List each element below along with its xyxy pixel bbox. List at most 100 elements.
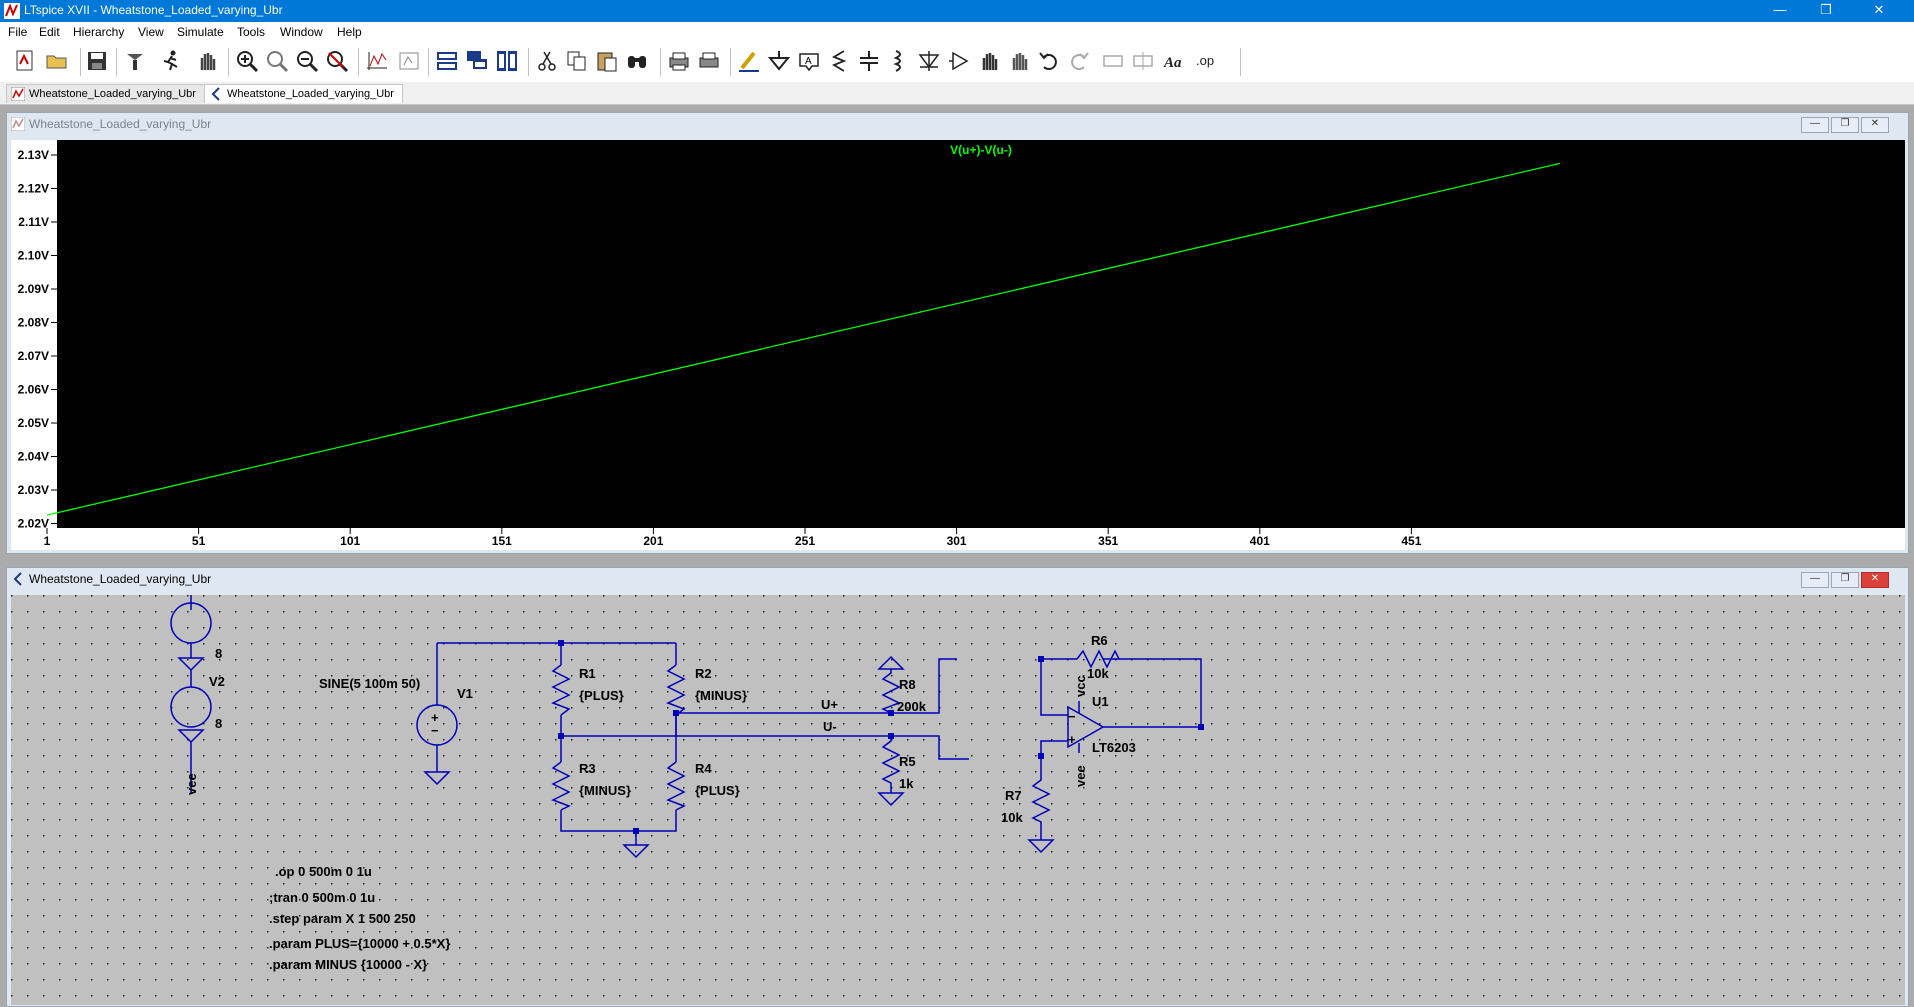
menu-help[interactable]: Help [337,25,362,39]
r4-value[interactable]: {PLUS} [695,783,740,798]
x-tick-label[interactable]: 51 [192,534,206,548]
spice-directive-param-minus[interactable]: .param MINUS {10000 - X} [269,957,427,972]
find-icon[interactable] [624,48,650,74]
x-tick-label[interactable]: 101 [340,534,360,548]
restore-button[interactable]: ❐ [1831,117,1859,133]
vcc-label[interactable]: vcc [1073,675,1088,697]
zoom-cancel-icon[interactable] [324,48,350,74]
r7-value[interactable]: 10k [1001,810,1023,825]
cut-icon[interactable] [534,48,560,74]
minimize-button[interactable]: — [1801,572,1829,588]
spice-directive-param-plus[interactable]: .param PLUS={10000 + 0.5*X} [269,936,450,951]
waveform-plot[interactable]: V(u+)-V(u-) 2.02V 2.03V 2.04V 2.05V 2.06V 2.0… [11,140,1905,550]
inductor-icon[interactable] [886,48,912,74]
draw-wire-icon[interactable] [736,48,762,74]
restore-button[interactable]: ❐ [1831,572,1859,588]
menu-view[interactable]: View [138,25,164,39]
y-tick-label[interactable]: 2.07V [18,349,49,363]
capacitor-icon[interactable] [856,48,882,74]
x-tick-label[interactable]: 201 [643,534,663,548]
r5-value[interactable]: 1k [899,776,914,791]
y-tick-label[interactable]: 2.12V [18,182,49,196]
r4-name[interactable]: R4 [695,761,712,776]
y-tick-label[interactable]: 2.03V [18,483,49,497]
x-tick-label[interactable]: 151 [492,534,512,548]
schematic-canvas[interactable]: 8 V2 8 vee SINE(5 100m 50) V1 + − R1 {PL… [11,595,1905,1005]
y-tick-label[interactable]: 2.13V [18,148,49,162]
move-icon[interactable] [976,48,1002,74]
tile-horizontal-icon[interactable] [434,48,460,74]
zoom-out-icon[interactable] [294,48,320,74]
plot-background[interactable] [57,140,1905,528]
v1-value[interactable]: SINE(5 100m 50) [319,676,420,691]
autorange-icon[interactable] [364,48,390,74]
v1-name[interactable]: V1 [457,686,473,701]
r5-name[interactable]: R5 [899,754,916,769]
zoom-pan-icon[interactable] [264,48,290,74]
x-tick-label[interactable]: 451 [1401,534,1421,548]
uplus-net-label[interactable]: U+ [821,697,838,712]
cascade-icon[interactable] [464,48,490,74]
menu-tools[interactable]: Tools [237,25,265,39]
y-tick-label[interactable]: 2.11V [18,215,49,229]
run-icon[interactable] [158,48,184,74]
y-tick-label[interactable]: 2.10V [18,249,49,263]
ground-icon[interactable] [766,48,792,74]
spice-directive-icon[interactable]: .op [1194,48,1220,74]
halt-icon[interactable] [194,48,220,74]
x-tick-label[interactable]: 251 [795,534,815,548]
y-tick-label[interactable]: 2.06V [18,383,49,397]
trace-label[interactable]: V(u+)-V(u-) [950,143,1012,157]
print-setup-icon[interactable] [696,48,722,74]
v2-bottom-value[interactable]: 8 [215,716,222,731]
tile-vertical-icon[interactable] [494,48,520,74]
u1-name[interactable]: U1 [1092,694,1109,709]
menu-edit[interactable]: Edit [39,25,60,39]
minimize-button[interactable]: — [1801,117,1829,133]
r7-name[interactable]: R7 [1005,788,1022,803]
menu-hierarchy[interactable]: Hierarchy [73,25,124,39]
uminus-net-label[interactable]: U- [823,719,837,734]
menu-simulate[interactable]: Simulate [177,25,224,39]
component-icon[interactable] [946,48,972,74]
tab-waveform[interactable]: Wheatstone_Loaded_varying_Ubr [6,84,205,103]
v2-name[interactable]: V2 [209,674,225,689]
open-icon[interactable] [44,48,70,74]
restore-button[interactable]: ❐ [1803,0,1849,22]
undo-icon[interactable] [1036,48,1062,74]
r2-value[interactable]: {MINUS} [695,688,747,703]
r3-name[interactable]: R3 [579,761,596,776]
print-icon[interactable] [666,48,692,74]
r1-name[interactable]: R1 [579,666,596,681]
minimize-button[interactable]: — [1757,0,1803,22]
save-icon[interactable] [84,48,110,74]
spice-directive-op[interactable]: .op 0 500m 0 1u [275,864,372,879]
r6-name[interactable]: R6 [1091,633,1108,648]
control-panel-icon[interactable] [122,48,148,74]
resistor-icon[interactable] [826,48,852,74]
new-schematic-icon[interactable] [12,48,38,74]
r8-name[interactable]: R8 [899,677,916,692]
redo-icon[interactable] [1066,48,1092,74]
close-button[interactable]: ✕ [1861,117,1889,133]
v2-top-value[interactable]: 8 [215,646,222,661]
vee-opamp-label[interactable]: vee [1073,765,1088,787]
u1-value[interactable]: LT6203 [1092,740,1136,755]
y-tick-label[interactable]: 2.04V [18,450,49,464]
label-net-icon[interactable]: A [796,48,822,74]
y-tick-label[interactable]: 2.05V [18,416,49,430]
y-tick-label[interactable]: 2.08V [18,316,49,330]
x-tick-label[interactable]: 401 [1250,534,1270,548]
menu-file[interactable]: File [8,25,27,39]
menu-window[interactable]: Window [280,25,323,39]
spice-comment-tran[interactable]: ;tran 0 500m 0 1u [269,890,375,905]
r3-value[interactable]: {MINUS} [579,783,631,798]
r8-value[interactable]: 200k [897,699,927,714]
text-icon[interactable]: Aa [1162,48,1188,74]
paste-icon[interactable] [594,48,620,74]
mirror-icon[interactable] [1130,48,1156,74]
drag-icon[interactable] [1006,48,1032,74]
y-tick-label[interactable]: 2.09V [18,282,49,296]
spice-directive-step[interactable]: .step param X 1 500 250 [269,911,416,926]
zoom-in-icon[interactable] [234,48,260,74]
